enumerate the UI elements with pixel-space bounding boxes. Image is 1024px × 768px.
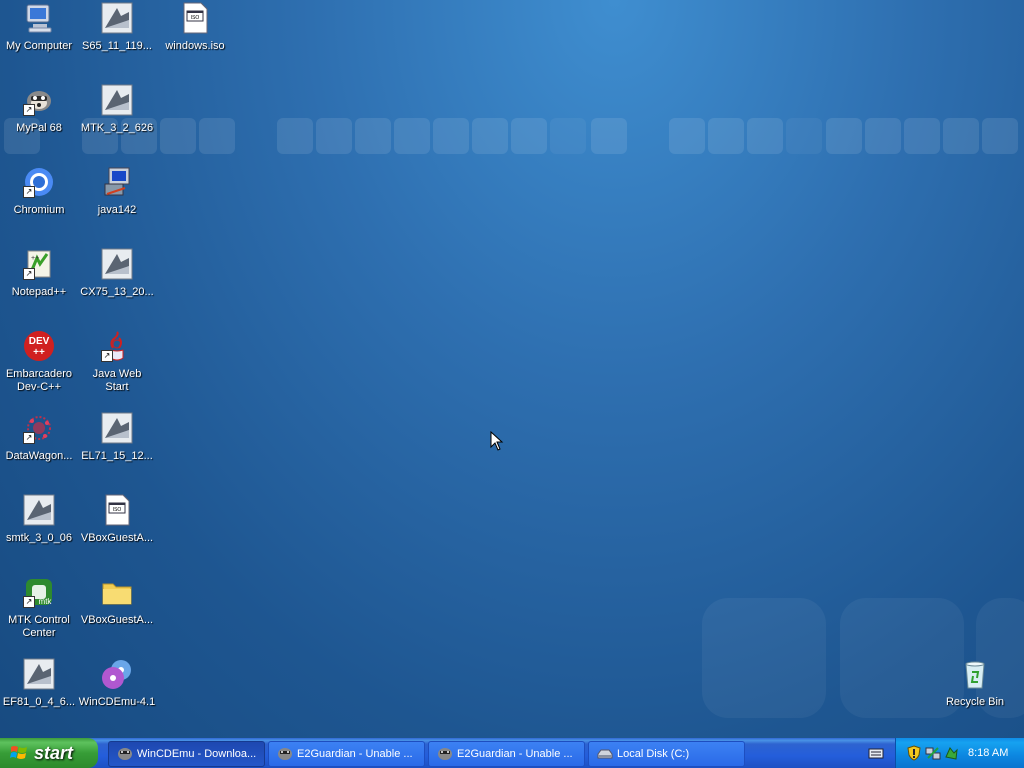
browser-icon: [278, 748, 292, 760]
windows-logo-icon: [10, 746, 27, 759]
desktop-icon-label: windows.iso: [165, 40, 225, 52]
desktop-icon-my-computer[interactable]: My Computer: [0, 2, 78, 53]
installer-icon: [23, 494, 55, 526]
keyboard-icon[interactable]: [868, 746, 884, 760]
desktop-icon-mypal[interactable]: ↗ MyPal 68: [0, 84, 78, 135]
svg-text:mtk: mtk: [39, 597, 53, 606]
update-icon[interactable]: [943, 745, 959, 761]
desktop-icon-mtk-3-2-626[interactable]: MTK_3_2_626: [78, 84, 156, 135]
desktop-icon-vboxguest-folder[interactable]: VBoxGuestA...: [78, 576, 156, 627]
folder-icon: [101, 576, 133, 608]
desktop-icon-s65[interactable]: S65_11_119...: [78, 2, 156, 53]
desktop-icon-notepad-plus-plus[interactable]: ++ ↗ Notepad++: [0, 248, 78, 299]
taskbar-item-local-disk[interactable]: Local Disk (C:): [588, 741, 745, 767]
taskbar-item-e2guardian-1[interactable]: E2Guardian - Unable ...: [268, 741, 425, 767]
taskbar-item-label: E2Guardian - Unable ...: [457, 748, 573, 760]
desktop-icon-label: EF81_0_4_6...: [2, 696, 76, 708]
my-computer-icon: [23, 2, 55, 34]
desktop-icon-label: VBoxGuestA...: [80, 532, 154, 544]
security-shield-icon[interactable]: [906, 745, 922, 761]
desktop-icon-label: MyPal 68: [16, 122, 62, 134]
mouse-cursor-icon: [490, 431, 504, 451]
svg-text:DEV: DEV: [29, 336, 50, 347]
desktop-icon-label: Java Web Start: [92, 368, 142, 393]
svg-text:++: ++: [33, 347, 45, 358]
svg-text:ISO: ISO: [191, 15, 200, 21]
desktop-icon-label: Embarcadero Dev-C++: [5, 368, 73, 393]
recycle-bin-icon: [959, 658, 991, 690]
desktop-icon-label: Chromium: [13, 204, 65, 216]
network-icon[interactable]: [925, 745, 941, 761]
drive-icon: [597, 749, 613, 759]
desktop-icon-wincdemu[interactable]: WinCDEmu-4.1: [78, 658, 156, 709]
desktop-icon-recycle-bin[interactable]: Recycle Bin: [936, 658, 1014, 709]
clock[interactable]: 8:18 AM: [968, 738, 1008, 768]
desktop-icon-chromium[interactable]: ↗ Chromium: [0, 166, 78, 217]
start-button[interactable]: start: [0, 738, 98, 768]
system-tray: 8:18 AM: [895, 738, 1024, 768]
desktop-icon-label: CX75_13_20...: [80, 286, 154, 298]
desktop-icon-windows-iso[interactable]: ISO windows.iso: [156, 2, 234, 53]
desktop-icon-label: EL71_15_12...: [81, 450, 153, 462]
svg-text:++: ++: [31, 255, 39, 262]
notepad-plus-plus-icon: ++ ↗: [23, 248, 55, 280]
desktop-icon-java-web-start[interactable]: ↗ Java Web Start: [78, 330, 156, 394]
desktop-icon-label: java142: [97, 204, 137, 216]
mtk-control-center-icon: mtk ↗: [23, 576, 55, 608]
desktop-icon-label: smtk_3_0_06: [5, 532, 73, 544]
taskbar-item-label: Local Disk (C:): [617, 748, 690, 760]
datawagon-icon: ↗: [23, 412, 55, 444]
taskbar-item-label: E2Guardian - Unable ...: [297, 748, 413, 760]
desktop-icon-label: Notepad++: [11, 286, 67, 298]
desktop-icon-java142[interactable]: java142: [78, 166, 156, 217]
desktop-icon-label: My Computer: [5, 40, 73, 52]
desktop[interactable]: My Computer ↗ MyPal 68 ↗ Chromium ++ ↗ N…: [0, 0, 1024, 738]
iso-file-icon: ISO: [101, 494, 133, 526]
taskbar: start WinCDEmu - Downloa... E2Guardian -…: [0, 738, 1024, 768]
wallpaper-tile-large: [702, 598, 826, 718]
desktop-icon-el71[interactable]: EL71_15_12...: [78, 412, 156, 463]
desktop-icon-vboxguest-iso[interactable]: ISO VBoxGuestA...: [78, 494, 156, 545]
desktop-icon-smtk[interactable]: smtk_3_0_06: [0, 494, 78, 545]
wincdemu-icon: [101, 658, 133, 690]
desktop-icon-label: VBoxGuestA...: [80, 614, 154, 626]
desktop-icon-ef81[interactable]: EF81_0_4_6...: [0, 658, 78, 709]
desktop-icon-datawagon[interactable]: ↗ DataWagon...: [0, 412, 78, 463]
installer-icon: [101, 2, 133, 34]
browser-icon: [118, 748, 132, 760]
taskbar-item-label: WinCDEmu - Downloa...: [137, 748, 257, 760]
taskbar-item-e2guardian-2[interactable]: E2Guardian - Unable ...: [428, 741, 585, 767]
desktop-icon-label: MTK Control Center: [8, 614, 70, 639]
installer-icon: [101, 248, 133, 280]
mypal-browser-icon: ↗: [23, 84, 55, 116]
desktop-icon-mtk-control-center[interactable]: mtk ↗ MTK Control Center: [0, 576, 78, 640]
desktop-icon-cx75[interactable]: CX75_13_20...: [78, 248, 156, 299]
java-web-start-icon: ↗: [101, 330, 133, 362]
chromium-icon: ↗: [23, 166, 55, 198]
installer-icon: [23, 658, 55, 690]
installer-icon: [101, 84, 133, 116]
iso-file-icon: ISO: [179, 2, 211, 34]
svg-text:ISO: ISO: [113, 507, 122, 513]
java-setup-icon: [101, 166, 133, 198]
start-label: start: [34, 743, 74, 763]
desktop-icon-label: DataWagon...: [5, 450, 73, 462]
installer-icon: [101, 412, 133, 444]
browser-icon: [438, 748, 452, 760]
desktop-icon-dev-cpp[interactable]: DEV ++ Embarcadero Dev-C++: [0, 330, 78, 394]
taskbar-item-wincdemu[interactable]: WinCDEmu - Downloa...: [108, 741, 265, 767]
desktop-icon-label: S65_11_119...: [82, 40, 152, 52]
desktop-icon-label: MTK_3_2_626: [80, 122, 154, 134]
dev-cpp-icon: DEV ++: [23, 330, 55, 362]
desktop-icon-label: Recycle Bin: [945, 696, 1005, 708]
desktop-icon-label: WinCDEmu-4.1: [78, 696, 156, 708]
